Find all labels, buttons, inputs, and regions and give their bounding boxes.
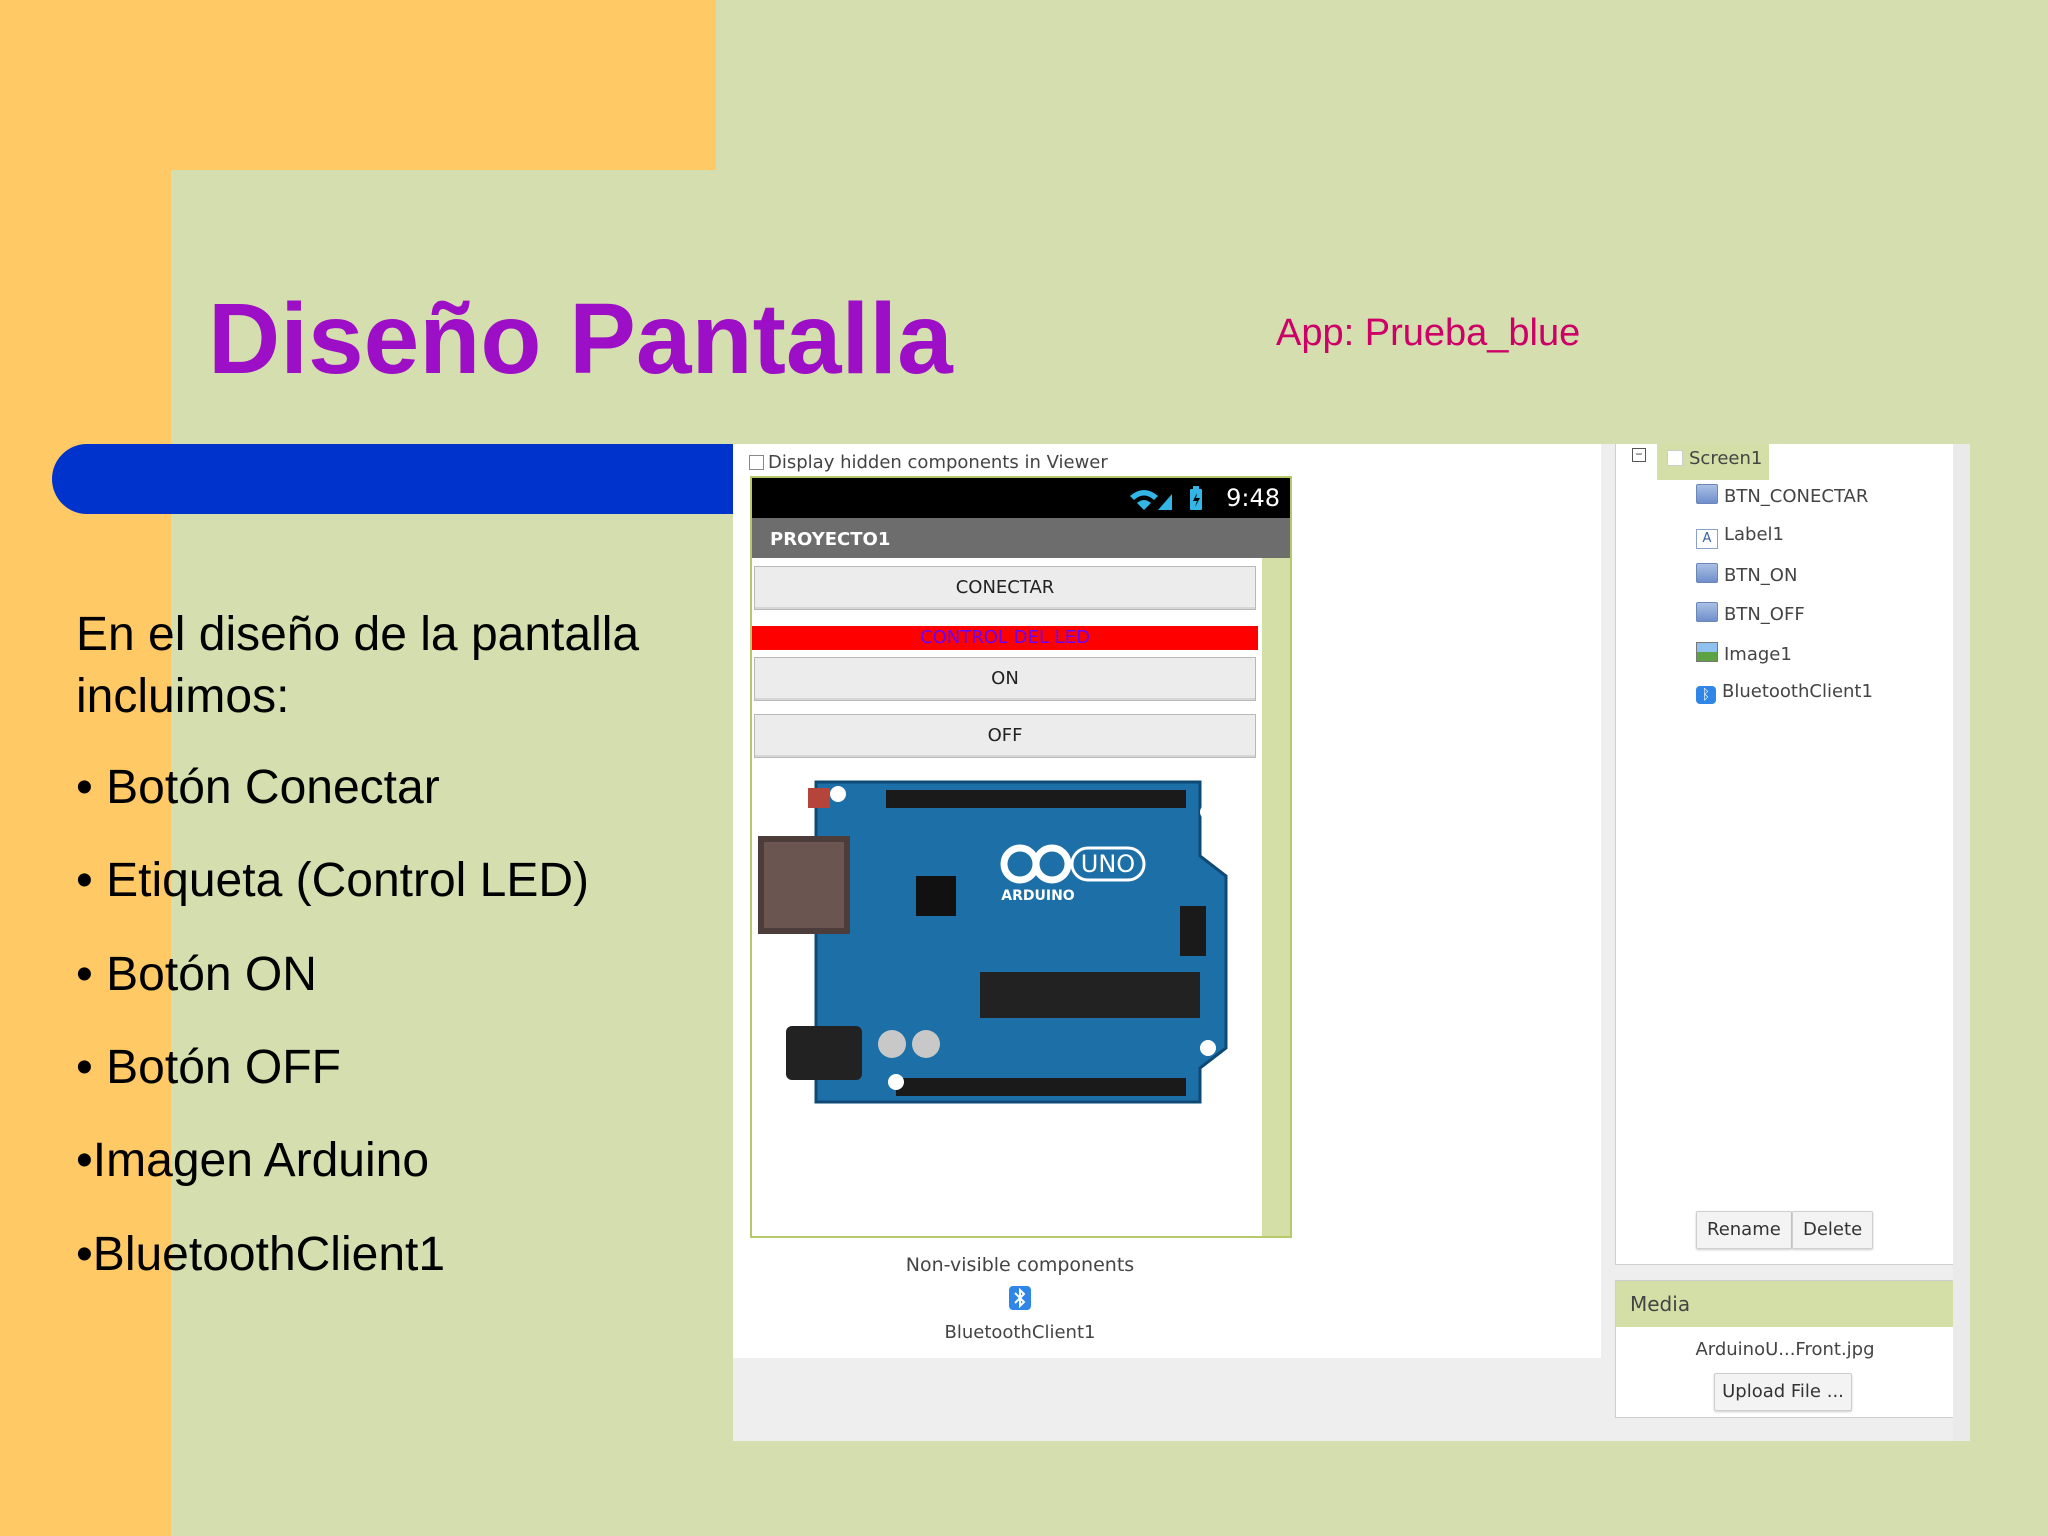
media-header: Media bbox=[1616, 1281, 1954, 1327]
button-component-icon bbox=[1696, 484, 1718, 504]
tree-item-label: Label1 bbox=[1724, 524, 1785, 545]
display-hidden-label: Display hidden components in Viewer bbox=[768, 452, 1108, 473]
display-hidden-checkbox[interactable]: Display hidden components in Viewer bbox=[749, 452, 1108, 473]
bullet-item: •Imagen Arduino bbox=[76, 1134, 430, 1187]
bullet-item: • Botón OFF bbox=[76, 1041, 341, 1094]
tree-item-label: BluetoothClient1 bbox=[1722, 681, 1873, 702]
phone-scroll-strip bbox=[1262, 558, 1290, 1236]
arduino-board-image: UNO ARDUINO bbox=[758, 780, 1228, 1104]
media-title: Media bbox=[1630, 1292, 1691, 1316]
control-led-label: CONTROL DEL LED bbox=[752, 626, 1258, 650]
off-button[interactable]: OFF bbox=[754, 714, 1256, 758]
conectar-button[interactable]: CONECTAR bbox=[754, 566, 1256, 610]
button-component-icon bbox=[1696, 602, 1718, 622]
rename-button[interactable]: Rename bbox=[1696, 1211, 1792, 1249]
tree-item-label: BTN_CONECTAR bbox=[1724, 486, 1869, 507]
label-component-icon: A bbox=[1696, 529, 1718, 549]
bullet-item: • Botón ON bbox=[76, 948, 317, 1001]
checkbox-box bbox=[1667, 450, 1683, 466]
image-component-icon bbox=[1696, 642, 1718, 662]
tree-item-image1[interactable]: Image1 bbox=[1696, 642, 1792, 665]
bluetooth-icon bbox=[1009, 1286, 1031, 1310]
tree-item-label1[interactable]: A Label1 bbox=[1696, 524, 1784, 549]
svg-text:ARDUINO: ARDUINO bbox=[1001, 888, 1075, 904]
scrollbar-edge bbox=[1953, 444, 1970, 1441]
tree-item-label: Image1 bbox=[1724, 644, 1792, 665]
button-component-icon bbox=[1696, 563, 1718, 583]
status-bar: 9:48 bbox=[752, 478, 1290, 518]
delete-button[interactable]: Delete bbox=[1792, 1211, 1874, 1249]
app-inventor-screenshot: Display hidden components in Viewer 9:48… bbox=[733, 444, 1970, 1441]
app-title-bar: PROYECTO1 bbox=[752, 518, 1290, 558]
svg-text:UNO: UNO bbox=[1081, 850, 1135, 878]
intro-text: En el diseño de la pantalla incluimos: bbox=[76, 608, 640, 723]
status-clock: 9:48 bbox=[1226, 484, 1280, 512]
collapse-toggle-icon[interactable]: − bbox=[1632, 448, 1646, 462]
phone-preview: 9:48 PROYECTO1 CONECTAR CONTROL DEL LED … bbox=[750, 476, 1292, 1238]
app-name-label: App: Prueba_blue bbox=[1276, 312, 1581, 354]
checkbox-box[interactable] bbox=[749, 455, 764, 470]
bullet-item: • Etiqueta (Control LED) bbox=[76, 854, 590, 907]
components-panel: − Screen1 BTN_CONECTAR A Label1 BTN_ON BT… bbox=[1615, 444, 1955, 1265]
on-button[interactable]: ON bbox=[754, 657, 1256, 701]
media-file-item[interactable]: ArduinoU...Front.jpg bbox=[1616, 1339, 1954, 1360]
bluetooth-icon: ᛒ bbox=[1696, 686, 1716, 704]
upload-file-button[interactable]: Upload File ... bbox=[1714, 1373, 1852, 1411]
tree-item-label: BTN_OFF bbox=[1724, 604, 1805, 625]
tree-item-bluetoothclient1[interactable]: ᛒ BluetoothClient1 bbox=[1696, 681, 1873, 704]
tree-item-btn-on[interactable]: BTN_ON bbox=[1696, 563, 1797, 586]
nonvisible-bluetooth-label: BluetoothClient1 bbox=[944, 1322, 1096, 1343]
tree-item-screen1[interactable]: Screen1 bbox=[1657, 444, 1769, 480]
tree-item-label: Screen1 bbox=[1689, 448, 1763, 469]
tree-item-btn-off[interactable]: BTN_OFF bbox=[1696, 602, 1805, 625]
nonvisible-components-title: Non-visible components bbox=[905, 1254, 1135, 1276]
slide-title: Diseño Pantalla bbox=[208, 283, 953, 395]
bullet-item: •BluetoothClient1 bbox=[76, 1228, 446, 1281]
project-title: PROYECTO1 bbox=[770, 529, 891, 550]
media-panel: Media ArduinoU...Front.jpg Upload File .… bbox=[1615, 1280, 1955, 1418]
tree-item-label: BTN_ON bbox=[1724, 565, 1798, 586]
tree-item-btn-conectar[interactable]: BTN_CONECTAR bbox=[1696, 484, 1868, 507]
bullet-item: • Botón Conectar bbox=[76, 761, 440, 814]
viewer-panel: Display hidden components in Viewer 9:48… bbox=[733, 444, 1601, 1358]
wifi-signal-battery-icon bbox=[1130, 486, 1202, 510]
